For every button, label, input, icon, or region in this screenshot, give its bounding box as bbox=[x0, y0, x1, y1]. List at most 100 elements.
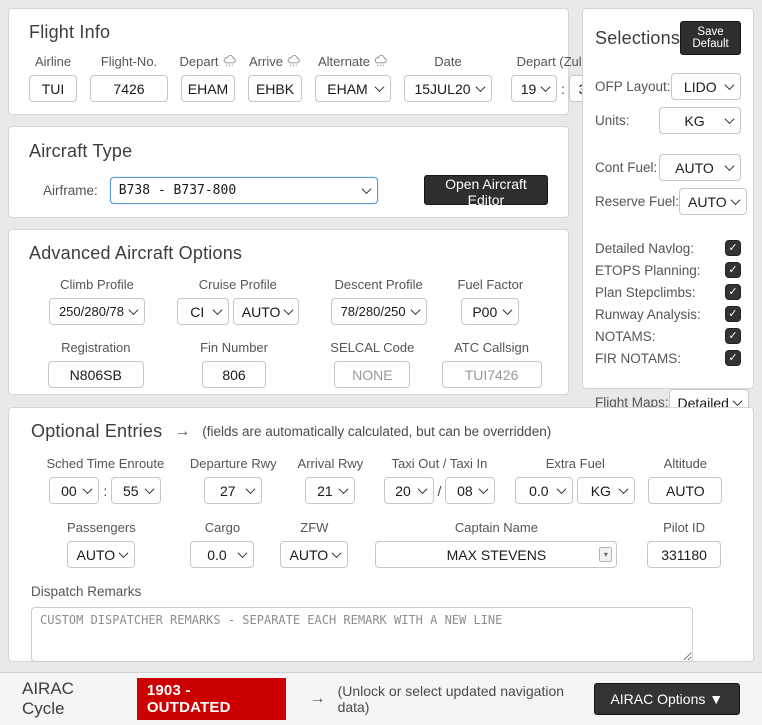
plan-stepclimbs-checkbox[interactable]: ✓ bbox=[725, 284, 741, 300]
optional-entries-title: Optional Entries bbox=[31, 421, 162, 442]
notams-label: NOTAMS: bbox=[595, 329, 656, 344]
advanced-aircraft-options-panel: Advanced Aircraft Options Climb Profile … bbox=[8, 229, 569, 395]
detailed-navlog-label: Detailed Navlog: bbox=[595, 241, 694, 256]
reserve-fuel-select[interactable]: AUTO bbox=[679, 188, 747, 215]
open-aircraft-editor-button[interactable]: Open Aircraft Editor bbox=[424, 175, 548, 205]
airac-cycle-bar: AIRAC Cycle 1903 - OUTDATED → (Unlock or… bbox=[0, 672, 762, 725]
taxi-separator: / bbox=[438, 483, 442, 499]
cont-fuel-label: Cont Fuel: bbox=[595, 160, 657, 175]
registration-input[interactable] bbox=[48, 361, 144, 388]
chevron-down-icon bbox=[730, 195, 740, 205]
flight-info-panel: Flight Info Airline Flight-No. Depart Ar… bbox=[8, 8, 569, 115]
ofp-layout-select[interactable]: LIDO bbox=[671, 73, 741, 100]
airac-note: (Unlock or select updated navigation dat… bbox=[338, 683, 594, 715]
airline-input[interactable] bbox=[29, 75, 77, 102]
etops-planning-checkbox[interactable]: ✓ bbox=[725, 262, 741, 278]
weather-icon[interactable] bbox=[287, 55, 301, 68]
extra-fuel-select[interactable]: 0.0 bbox=[515, 477, 573, 504]
chevron-down-icon bbox=[479, 484, 489, 494]
airac-outdated-badge: 1903 - OUTDATED bbox=[137, 678, 286, 720]
taxi-in-select[interactable]: 08 bbox=[445, 477, 495, 504]
arrival-rwy-label: Arrival Rwy bbox=[298, 456, 364, 471]
chevron-down-icon bbox=[417, 484, 427, 494]
notams-checkbox[interactable]: ✓ bbox=[725, 328, 741, 344]
airline-label: Airline bbox=[35, 54, 71, 69]
chevron-down-icon bbox=[619, 484, 629, 494]
fir-notams-checkbox[interactable]: ✓ bbox=[725, 350, 741, 366]
flight-no-label: Flight-No. bbox=[101, 54, 157, 69]
chevron-down-icon bbox=[725, 161, 735, 171]
weather-icon[interactable] bbox=[223, 55, 237, 68]
fin-number-input[interactable] bbox=[202, 361, 266, 388]
arrival-rwy-select[interactable]: 21 bbox=[305, 477, 355, 504]
airframe-select[interactable]: B738 - B737-800 bbox=[110, 177, 378, 204]
selcal-code-label: SELCAL Code bbox=[330, 340, 414, 355]
cont-fuel-select[interactable]: AUTO bbox=[659, 154, 741, 181]
depart-label: Depart bbox=[179, 54, 236, 69]
taxi-label: Taxi Out / Taxi In bbox=[392, 456, 488, 471]
fuel-factor-label: Fuel Factor bbox=[457, 277, 523, 292]
flight-no-input[interactable] bbox=[90, 75, 168, 102]
fir-notams-label: FIR NOTAMS: bbox=[595, 351, 681, 366]
chevron-down-icon bbox=[119, 548, 129, 558]
selections-title: Selections bbox=[595, 28, 680, 49]
chevron-down-icon bbox=[725, 80, 735, 90]
optional-entries-note: (fields are automatically calculated, bu… bbox=[202, 424, 551, 439]
extra-fuel-label: Extra Fuel bbox=[546, 456, 605, 471]
departure-rwy-select[interactable]: 27 bbox=[204, 477, 262, 504]
cruise-ci-select[interactable]: AUTO bbox=[233, 298, 299, 325]
sched-hours-select[interactable]: 00 bbox=[49, 477, 99, 504]
chevron-down-icon bbox=[284, 305, 294, 315]
depart-input[interactable] bbox=[181, 75, 235, 102]
passengers-label: Passengers bbox=[67, 520, 136, 535]
optional-entries-panel: Optional Entries → (fields are automatic… bbox=[8, 407, 754, 662]
aircraft-type-panel: Aircraft Type Airframe: B738 - B737-800 … bbox=[8, 126, 569, 218]
pilot-id-input[interactable] bbox=[647, 541, 721, 568]
atc-callsign-input[interactable] bbox=[442, 361, 542, 388]
cruise-profile-select[interactable]: CI bbox=[177, 298, 229, 325]
runway-analysis-checkbox[interactable]: ✓ bbox=[725, 306, 741, 322]
chevron-down-icon bbox=[129, 305, 139, 315]
chevron-down-icon bbox=[145, 484, 155, 494]
passengers-select[interactable]: AUTO bbox=[67, 541, 135, 568]
time-separator: : bbox=[561, 81, 565, 97]
save-default-button[interactable]: Save Default bbox=[680, 21, 741, 55]
selcal-code-input[interactable] bbox=[334, 361, 410, 388]
depart-hour-select[interactable]: 19 bbox=[511, 75, 557, 102]
altitude-input[interactable] bbox=[648, 477, 722, 504]
airac-cycle-label: AIRAC Cycle bbox=[22, 679, 119, 719]
airac-options-button[interactable]: AIRAC Options ▼ bbox=[594, 683, 740, 715]
weather-icon[interactable] bbox=[374, 55, 388, 68]
dispatch-remarks-textarea[interactable] bbox=[31, 607, 693, 662]
autofill-icon: ▾ bbox=[599, 547, 612, 562]
descent-profile-select[interactable]: 78/280/250 bbox=[331, 298, 427, 325]
cargo-select[interactable]: 0.0 bbox=[190, 541, 254, 568]
chevron-down-icon bbox=[503, 305, 513, 315]
climb-profile-select[interactable]: 250/280/78 bbox=[49, 298, 145, 325]
cruise-profile-label: Cruise Profile bbox=[199, 277, 277, 292]
chevron-down-icon bbox=[732, 396, 742, 406]
atc-callsign-label: ATC Callsign bbox=[454, 340, 529, 355]
chevron-down-icon bbox=[212, 305, 222, 315]
captain-name-input[interactable] bbox=[375, 541, 617, 568]
sched-time-label: Sched Time Enroute bbox=[46, 456, 164, 471]
time-separator: : bbox=[103, 483, 107, 499]
sched-minutes-select[interactable]: 55 bbox=[111, 477, 161, 504]
fuel-factor-select[interactable]: P00 bbox=[461, 298, 519, 325]
chevron-down-icon bbox=[725, 114, 735, 124]
etops-planning-label: ETOPS Planning: bbox=[595, 263, 701, 278]
units-select[interactable]: KG bbox=[659, 107, 741, 134]
arrive-input[interactable] bbox=[248, 75, 302, 102]
chevron-down-icon bbox=[238, 548, 248, 558]
aircraft-type-title: Aircraft Type bbox=[29, 141, 548, 162]
ofp-layout-label: OFP Layout: bbox=[595, 79, 671, 94]
fin-number-label: Fin Number bbox=[200, 340, 268, 355]
date-select[interactable]: 15JUL20 bbox=[404, 75, 492, 102]
alternate-select[interactable]: EHAM bbox=[315, 75, 391, 102]
chevron-down-icon bbox=[361, 184, 371, 194]
extra-fuel-unit-select[interactable]: KG bbox=[577, 477, 635, 504]
detailed-navlog-checkbox[interactable]: ✓ bbox=[725, 240, 741, 256]
taxi-out-select[interactable]: 20 bbox=[384, 477, 434, 504]
zfw-select[interactable]: AUTO bbox=[280, 541, 348, 568]
chevron-down-icon bbox=[246, 484, 256, 494]
